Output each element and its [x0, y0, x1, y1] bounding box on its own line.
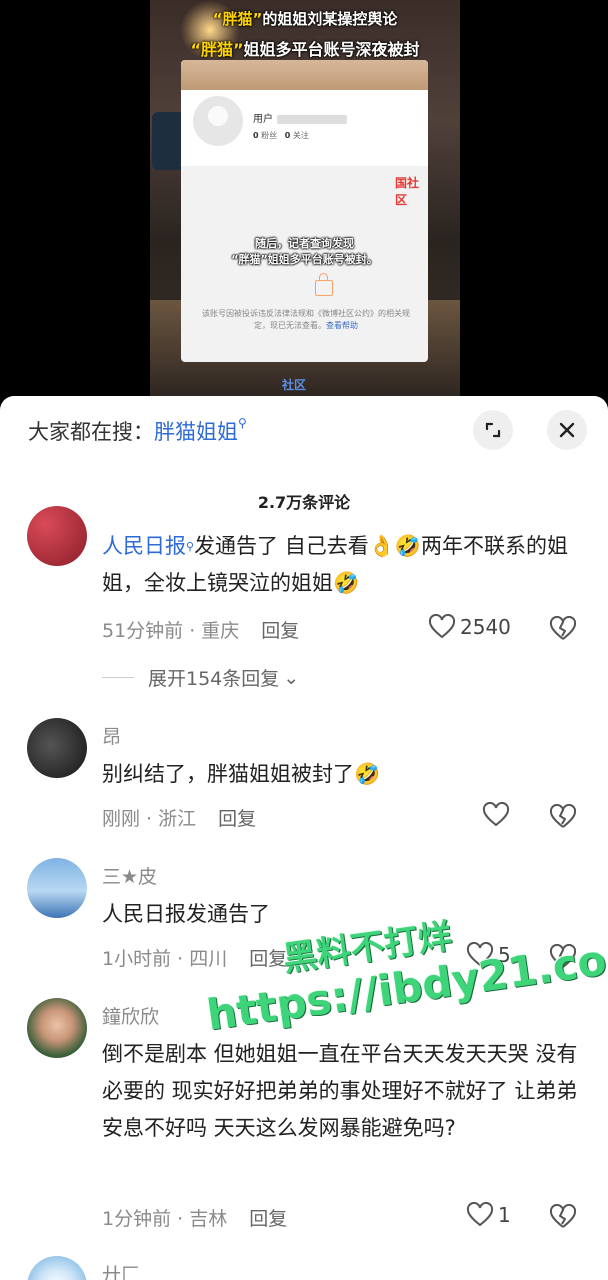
profile-stats: 0 粉丝 0 关注 [253, 131, 309, 140]
blocked-account-card: 用户 0 粉丝 0 关注 国社区 随后，记者查询发现 “胖猫”姐姐多平台账号被封。… [181, 60, 428, 362]
like-count: 2540 [460, 615, 511, 639]
trending-keyword[interactable]: 胖猫姐姐 [154, 420, 238, 444]
comment-author[interactable]: 三★皮 [102, 862, 157, 889]
video-headline-2: “胖猫”姐姐多平台账号深夜被封 [190, 40, 420, 59]
divider [102, 677, 134, 678]
avatar[interactable] [27, 1256, 87, 1280]
heart-icon [482, 802, 510, 827]
like-button[interactable]: 2540 [428, 614, 511, 640]
comment-text: 人民日报⚲发通告了 自己去看👌🤣两年不联系的姐姐，全妆上镜哭泣的姐姐🤣 [102, 534, 569, 595]
expand-replies-button[interactable]: 展开154条回复 ⌄ [102, 664, 299, 691]
news-logo: 国社区 [395, 176, 420, 207]
avatar[interactable] [27, 506, 87, 566]
comment-author[interactable]: 廾匚 [102, 1260, 140, 1280]
profile-info: 用户 0 粉丝 0 关注 [181, 90, 428, 166]
comment-author[interactable]: 鐘欣欣 [102, 1002, 159, 1029]
like-button[interactable]: 1 [466, 1202, 511, 1228]
comment-meta: 51分钟前 · 重庆 回复 [102, 620, 300, 642]
blurred-name [277, 114, 347, 124]
search-icon: ⚲ [186, 540, 195, 553]
comment-author: 人民日报 [102, 534, 186, 558]
comment-meta: 刚刚 · 浙江 回复 [102, 808, 257, 830]
trending-prefix: 大家都在搜： [28, 420, 154, 444]
broken-heart-icon [549, 1203, 577, 1228]
default-avatar-icon [191, 94, 245, 148]
close-button[interactable] [547, 410, 587, 450]
reply-button[interactable]: 回复 [218, 808, 256, 830]
like-count: 1 [498, 1203, 511, 1227]
trending-search[interactable]: 大家都在搜：胖猫姐姐⚲ [28, 416, 247, 446]
broken-heart-icon [549, 615, 577, 640]
expand-icon [485, 422, 501, 438]
reply-button[interactable]: 回复 [249, 1208, 287, 1230]
video-headline-1: “胖猫”的姐姐刘某操控舆论 [212, 10, 398, 28]
comment-meta: 1小时前 · 四川 回复 [102, 948, 288, 970]
comment-count: 2.7万条评论 [257, 493, 351, 512]
video-player[interactable]: “胖猫”的姐姐刘某操控舆论 “胖猫”姐姐多平台账号深夜被封 用户 0 粉丝 0 … [0, 0, 608, 400]
avatar[interactable] [27, 858, 87, 918]
search-icon: ⚲ [238, 416, 247, 430]
comments-sheet: 大家都在搜：胖猫姐姐⚲ 2.7万条评论 人民日报⚲发通告了 自己去看👌🤣两年不联… [0, 396, 608, 1280]
video-watermark: 社区 [282, 378, 307, 392]
comment-text: 倒不是剧本 但她姐姐一直在平台天天发天天哭 没有必要的 现实好好把弟弟的事处理好… [102, 1042, 578, 1140]
dislike-button[interactable] [549, 803, 577, 834]
comment-author[interactable]: 昂 [102, 722, 121, 749]
avatar[interactable] [27, 718, 87, 778]
close-icon [559, 422, 575, 438]
avatar[interactable] [27, 998, 87, 1058]
profile-username: 用户 [253, 110, 347, 125]
broken-heart-icon [549, 803, 577, 828]
heart-icon [428, 614, 456, 639]
profile-banner [181, 60, 428, 90]
reply-button[interactable]: 回复 [261, 620, 299, 642]
comment-meta: 1分钟前 · 吉林 回复 [102, 1208, 288, 1230]
chevron-down-icon: ⌄ [283, 666, 300, 689]
video-subtitle: 随后，记者查询发现 “胖猫”姐姐多平台账号被封。 [231, 237, 378, 266]
comment-text: 别纠结了，胖猫姐姐被封了🤣 [102, 762, 381, 786]
like-button[interactable] [482, 802, 510, 828]
expand-button[interactable] [473, 410, 513, 450]
dislike-button[interactable] [549, 615, 577, 646]
lock-icon [315, 273, 333, 296]
blocked-notice: 该账号因被投诉违反法律法规和《微博社区公约》的相关规定，现已无法查看。查看帮助 [202, 309, 410, 330]
heart-icon [466, 1202, 494, 1227]
dislike-button[interactable] [549, 1203, 577, 1234]
